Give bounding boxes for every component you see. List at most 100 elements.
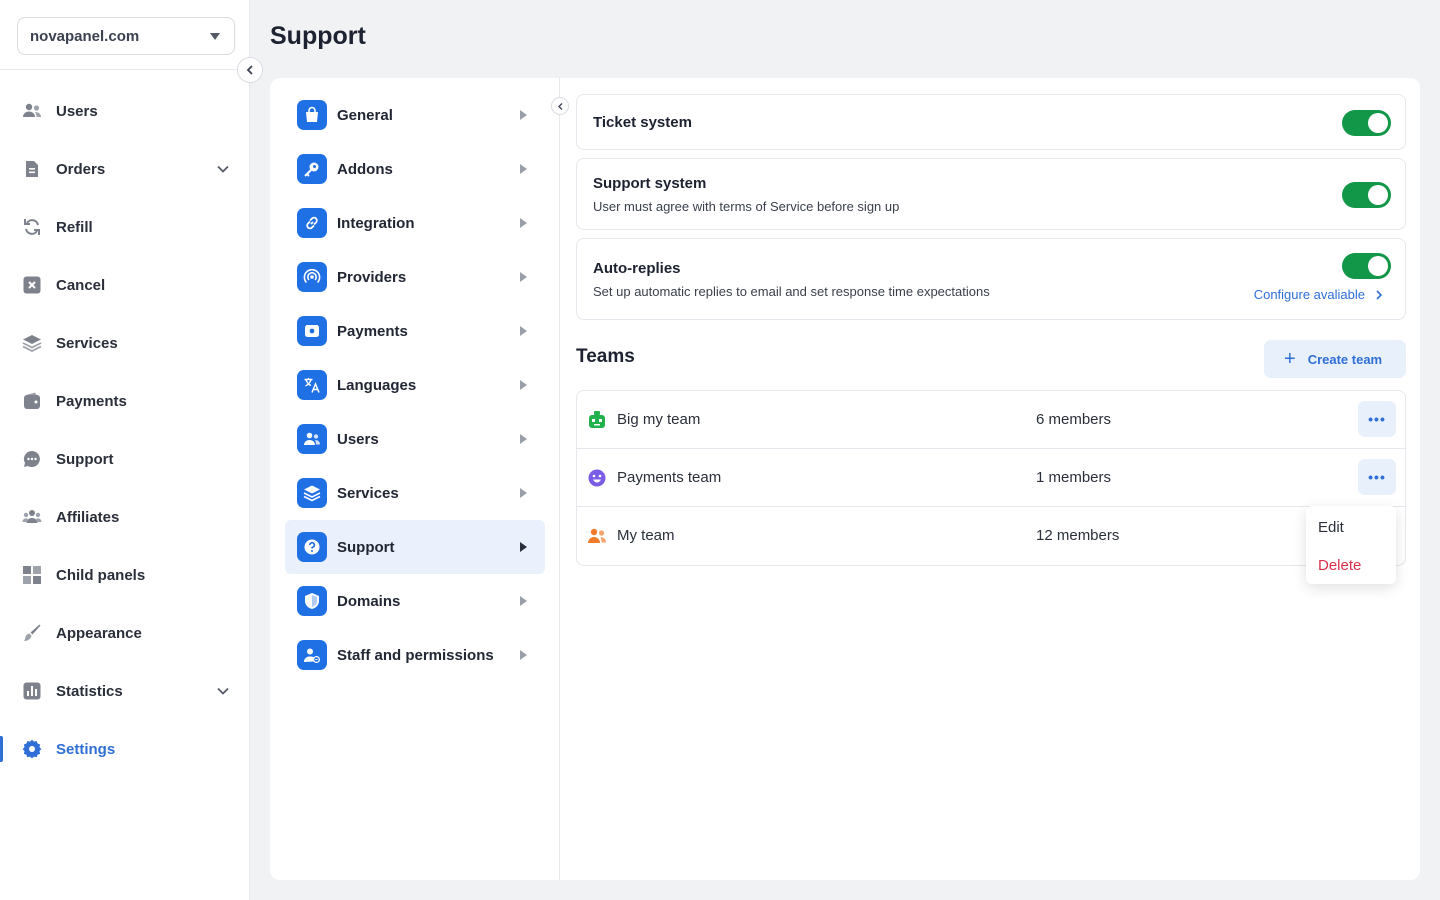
panel-divider bbox=[559, 78, 560, 880]
payment-icon bbox=[297, 316, 327, 346]
edit-menu-item[interactable]: Edit bbox=[1318, 519, 1344, 536]
sidebar-item-statistics[interactable]: Statistics bbox=[0, 662, 250, 720]
sidebar-item-label: Cancel bbox=[56, 276, 106, 294]
more-options-button[interactable]: ••• bbox=[1358, 459, 1396, 495]
sidebar-item-support[interactable]: Support bbox=[0, 430, 250, 488]
support-system-toggle[interactable] bbox=[1342, 182, 1391, 208]
settings-menu-integration[interactable]: Integration bbox=[285, 196, 545, 250]
domain-select-value: novapanel.com bbox=[30, 27, 140, 45]
chevron-left-icon bbox=[557, 102, 562, 110]
smiley-icon bbox=[587, 468, 607, 488]
settings-menu-languages[interactable]: Languages bbox=[285, 358, 545, 412]
settings-panel: General Addons Integration Providers Pay… bbox=[270, 78, 1420, 880]
create-team-button[interactable]: + Create team bbox=[1264, 340, 1406, 378]
sidebar-item-refill[interactable]: Refill bbox=[0, 198, 250, 256]
refill-icon bbox=[22, 217, 42, 237]
sidebar-item-appearance[interactable]: Appearance bbox=[0, 604, 250, 662]
chevron-down-icon[interactable] bbox=[216, 162, 230, 176]
create-team-label: Create team bbox=[1307, 351, 1383, 367]
settings-menu-staff[interactable]: Staff and permissions bbox=[285, 628, 545, 682]
caret-right-icon bbox=[520, 650, 527, 660]
translate-icon bbox=[297, 370, 327, 400]
domain-select[interactable]: novapanel.com bbox=[17, 17, 235, 55]
ticket-system-title: Ticket system bbox=[593, 114, 692, 131]
team-name: Big my team bbox=[617, 411, 701, 428]
sidebar-item-payments[interactable]: Payments bbox=[0, 372, 250, 430]
sidebar-item-users[interactable]: Users bbox=[0, 82, 250, 140]
settings-menu-label: Providers bbox=[337, 268, 407, 286]
chevron-down-icon[interactable] bbox=[216, 684, 230, 698]
sidebar-item-label: Appearance bbox=[56, 624, 142, 642]
sidebar-divider bbox=[0, 69, 250, 70]
settings-menu-label: Support bbox=[337, 538, 395, 556]
collapse-sidebar-button[interactable] bbox=[237, 57, 263, 83]
settings-menu: General Addons Integration Providers Pay… bbox=[285, 88, 545, 682]
sidebar-item-label: Support bbox=[56, 450, 114, 468]
auto-replies-card: Auto-replies Set up automatic replies to… bbox=[576, 238, 1406, 320]
settings-menu-support[interactable]: Support bbox=[285, 520, 545, 574]
table-row[interactable]: My team 12 members bbox=[577, 507, 1405, 565]
sidebar-item-affiliates[interactable]: Affiliates bbox=[0, 488, 250, 546]
settings-menu-payments[interactable]: Payments bbox=[285, 304, 545, 358]
configure-link[interactable]: Configure avaliable bbox=[1254, 287, 1385, 302]
settings-menu-general[interactable]: General bbox=[285, 88, 545, 142]
delete-menu-item[interactable]: Delete bbox=[1318, 557, 1361, 574]
sidebar-item-label: Users bbox=[56, 102, 98, 120]
settings-menu-label: Services bbox=[337, 484, 399, 502]
team-name: Payments team bbox=[617, 469, 722, 486]
teams-title: Teams bbox=[576, 346, 635, 367]
settings-menu-addons[interactable]: Addons bbox=[285, 142, 545, 196]
users-icon bbox=[297, 424, 327, 454]
caret-right-icon bbox=[520, 596, 527, 606]
auto-replies-description: Set up automatic replies to email and se… bbox=[593, 284, 990, 299]
sidebar-item-label: Statistics bbox=[56, 682, 123, 700]
settings-icon bbox=[22, 739, 42, 759]
sidebar-item-label: Affiliates bbox=[56, 508, 120, 526]
settings-menu-providers[interactable]: Providers bbox=[285, 250, 545, 304]
settings-menu-label: Users bbox=[337, 430, 379, 448]
chevron-left-icon bbox=[246, 65, 253, 75]
statistics-icon bbox=[22, 681, 42, 701]
sidebar-item-child-panels[interactable]: Child panels bbox=[0, 546, 250, 604]
sidebar-item-label: Settings bbox=[56, 740, 116, 758]
collapse-settings-menu-button[interactable] bbox=[551, 97, 569, 115]
sidebar-item-label: Orders bbox=[56, 160, 106, 178]
settings-menu-services[interactable]: Services bbox=[285, 466, 545, 520]
link-icon bbox=[297, 208, 327, 238]
more-options-button[interactable]: ••• bbox=[1358, 401, 1396, 437]
shield-icon bbox=[297, 586, 327, 616]
affiliates-icon bbox=[22, 507, 42, 527]
chevron-right-icon bbox=[1376, 289, 1383, 300]
caret-right-icon bbox=[520, 164, 527, 174]
cancel-icon bbox=[22, 275, 42, 295]
team-name: My team bbox=[617, 527, 675, 544]
sidebar-item-services[interactable]: Services bbox=[0, 314, 250, 372]
broadcast-icon bbox=[297, 262, 327, 292]
plus-icon: + bbox=[1284, 348, 1296, 370]
sidebar-item-orders[interactable]: Orders bbox=[0, 140, 250, 198]
team-members: 1 members bbox=[1036, 469, 1112, 486]
wallet-icon bbox=[22, 391, 42, 411]
caret-right-icon bbox=[520, 488, 527, 498]
support-system-description: User must agree with terms of Service be… bbox=[593, 199, 900, 214]
settings-menu-label: Integration bbox=[337, 214, 415, 232]
caret-right-icon bbox=[520, 542, 527, 552]
chat-icon bbox=[22, 449, 42, 469]
sidebar-item-label: Refill bbox=[56, 218, 93, 236]
row-actions-menu: Edit Delete bbox=[1306, 506, 1396, 584]
sidebar-item-cancel[interactable]: Cancel bbox=[0, 256, 250, 314]
sidebar-item-label: Services bbox=[56, 334, 118, 352]
caret-right-icon bbox=[520, 110, 527, 120]
table-row[interactable]: Big my team 6 members ••• bbox=[577, 391, 1405, 449]
sidebar-item-settings[interactable]: Settings bbox=[0, 720, 250, 778]
table-row[interactable]: Payments team 1 members ••• bbox=[577, 449, 1405, 507]
layers-icon bbox=[297, 478, 327, 508]
ticket-system-toggle[interactable] bbox=[1342, 110, 1391, 136]
settings-menu-label: Languages bbox=[337, 376, 417, 394]
settings-menu-users[interactable]: Users bbox=[285, 412, 545, 466]
auto-replies-toggle[interactable] bbox=[1342, 253, 1391, 279]
settings-menu-domains[interactable]: Domains bbox=[285, 574, 545, 628]
configure-link-label: Configure avaliable bbox=[1253, 287, 1365, 302]
team-icon bbox=[587, 526, 607, 546]
sidebar: novapanel.com Users Orders Refill Cancel… bbox=[0, 0, 250, 900]
